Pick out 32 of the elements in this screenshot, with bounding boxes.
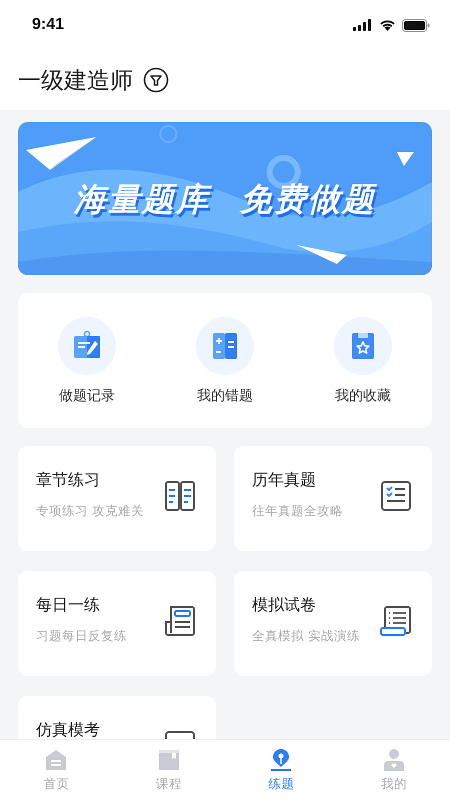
practice-card[interactable]: 章节练习 专项练习 攻克难关 [18,446,216,551]
card-title: 历年真题 [252,470,317,491]
card-title: 章节练习 [36,470,101,491]
tab-bar-item[interactable]: 练题 [225,740,338,800]
card-title: 模拟试卷 [252,595,317,616]
banner-headline: 海量题库 [74,179,210,220]
scroll-icon [380,605,412,637]
checklist-icon [380,480,412,512]
card-subtitle: 往年真题全攻略 [252,503,343,520]
newspaper-icon [164,605,196,637]
house-icon [44,748,68,772]
card-subtitle: 习题每日反复练 [36,628,127,645]
practice-card[interactable]: 仿真模考 [18,696,216,739]
signal-icon [353,19,373,31]
book-icon [156,748,181,772]
card-title: 仿真模考 [36,720,100,739]
card-title: 每日一练 [36,595,101,616]
filter-button[interactable] [143,67,169,93]
practice-card[interactable]: 历年真题 往年真题全攻略 [234,446,432,551]
filter-icon [143,67,169,93]
practice-card[interactable]: 模拟试卷 全真模拟 实战演练 [234,571,432,676]
pen-nib-icon [269,748,294,772]
card-subtitle: 全真模拟 实战演练 [252,628,360,645]
wifi-icon [379,19,396,31]
battery-icon [402,18,430,32]
banner-subline: 免费做题 [240,179,376,220]
card-subtitle: 专项练习 攻克难关 [36,503,144,520]
person-icon [382,748,406,772]
practice-card[interactable]: 每日一练 习题每日反复练 [18,571,216,676]
page-title: 一级建造师 [18,66,133,96]
open-book-icon [164,480,196,512]
status-time: 9:41 [32,16,64,34]
